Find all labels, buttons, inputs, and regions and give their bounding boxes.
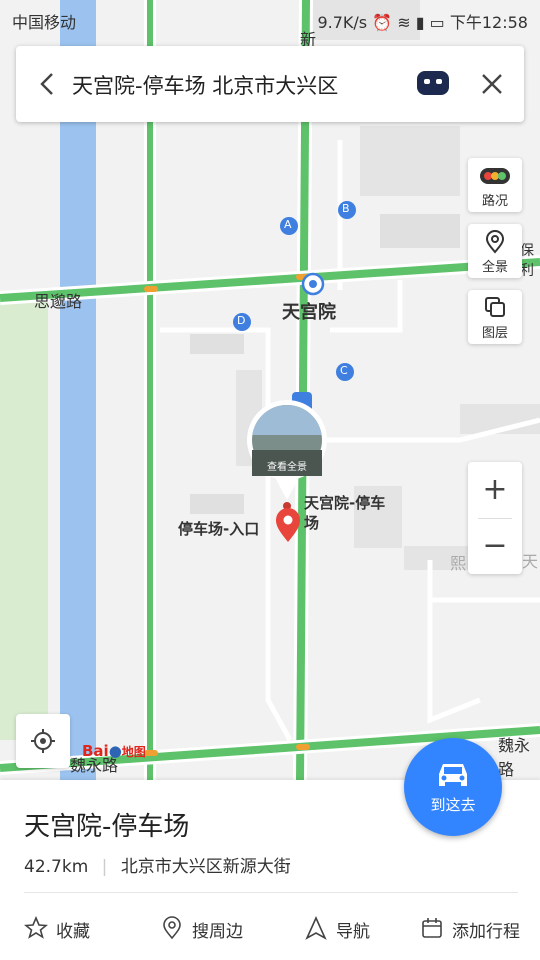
network-speed: 9.7K/s xyxy=(317,13,368,32)
back-icon[interactable] xyxy=(34,70,62,98)
poi-parking-label: 天宫院-停车 xyxy=(304,494,386,512)
poi-entrance-label: 停车场-入口 xyxy=(178,520,260,538)
go-here-button[interactable]: 到这去 xyxy=(404,738,502,836)
layers-icon xyxy=(485,297,505,317)
layers-label: 图层 xyxy=(481,326,508,341)
star-icon xyxy=(24,916,48,939)
search-query[interactable]: 天宫院-停车场 北京市大兴区 xyxy=(72,70,338,100)
paw-icon: ● xyxy=(108,742,122,760)
status-bar: 中国移动 9.7K/s ⏰ ≋ ▮ ▭ 下午12:58 xyxy=(0,0,540,36)
map-edge-label-1: 保利 xyxy=(520,243,534,279)
metro-exit-c-label: C xyxy=(340,364,348,377)
close-icon[interactable] xyxy=(478,70,506,98)
pin-icon xyxy=(485,230,505,254)
panorama-label[interactable]: 查看全景 xyxy=(258,458,316,473)
battery-icon: ▭ xyxy=(429,13,445,32)
location-search-icon xyxy=(163,916,181,940)
panorama-button[interactable]: 全景 xyxy=(468,224,522,278)
traffic-button[interactable]: 路况 xyxy=(468,158,522,212)
road-label-south-east: 魏永路 xyxy=(498,736,531,779)
place-distance: 42.7km xyxy=(24,857,89,877)
search-bar[interactable]: 天宫院-停车场 北京市大兴区 xyxy=(16,46,524,122)
layers-button[interactable]: 图层 xyxy=(468,290,522,344)
clock: 下午12:58 xyxy=(449,13,528,32)
alarm-icon: ⏰ xyxy=(372,13,393,32)
poi-parking-label-2: 场 xyxy=(304,514,320,532)
crosshair-icon xyxy=(31,729,55,753)
panorama-label-btn: 全景 xyxy=(481,260,508,275)
map-edge-label-2: 天 xyxy=(522,552,539,571)
metro-exit-a-label: A xyxy=(284,218,292,231)
place-title: 天宫院-停车场 xyxy=(24,812,190,842)
signal-icon: ▮ xyxy=(415,13,425,32)
place-address: 北京市大兴区新源大街 xyxy=(120,857,291,877)
navigate-label: 导航 xyxy=(336,922,370,942)
zoom-in-button[interactable]: + xyxy=(468,462,522,518)
station-label: 天宫院 xyxy=(282,302,336,323)
calendar-icon xyxy=(422,918,442,938)
panel-divider xyxy=(24,892,518,893)
zoom-out-button[interactable]: − xyxy=(468,518,522,574)
navigation-arrow-icon xyxy=(305,916,327,940)
zoom-control: + − xyxy=(468,462,522,574)
favorite-label: 收藏 xyxy=(56,922,90,942)
add-itinerary-label: 添加行程 xyxy=(452,922,520,942)
road-label-west: 思邈路 xyxy=(34,292,83,311)
baidu-logo: Bai●地图 xyxy=(82,742,146,760)
metro-exit-d-label: D xyxy=(237,314,246,327)
map-edge-label-3: 熙 xyxy=(450,554,467,573)
metro-exit-b-label: B xyxy=(342,202,350,215)
my-location-button[interactable] xyxy=(16,714,70,768)
logo-text-2: 地图 xyxy=(121,745,146,759)
car-icon xyxy=(439,764,467,786)
wifi-icon: ≋ xyxy=(397,13,411,32)
traffic-light-icon xyxy=(480,168,510,184)
assistant-robot-icon[interactable] xyxy=(416,70,450,96)
carrier-label: 中国移动 xyxy=(12,13,77,32)
go-here-label: 到这去 xyxy=(430,796,476,814)
divider: | xyxy=(101,857,108,877)
logo-text: Bai xyxy=(82,742,109,760)
search-nearby-label: 搜周边 xyxy=(192,922,243,942)
traffic-label: 路况 xyxy=(481,194,508,209)
